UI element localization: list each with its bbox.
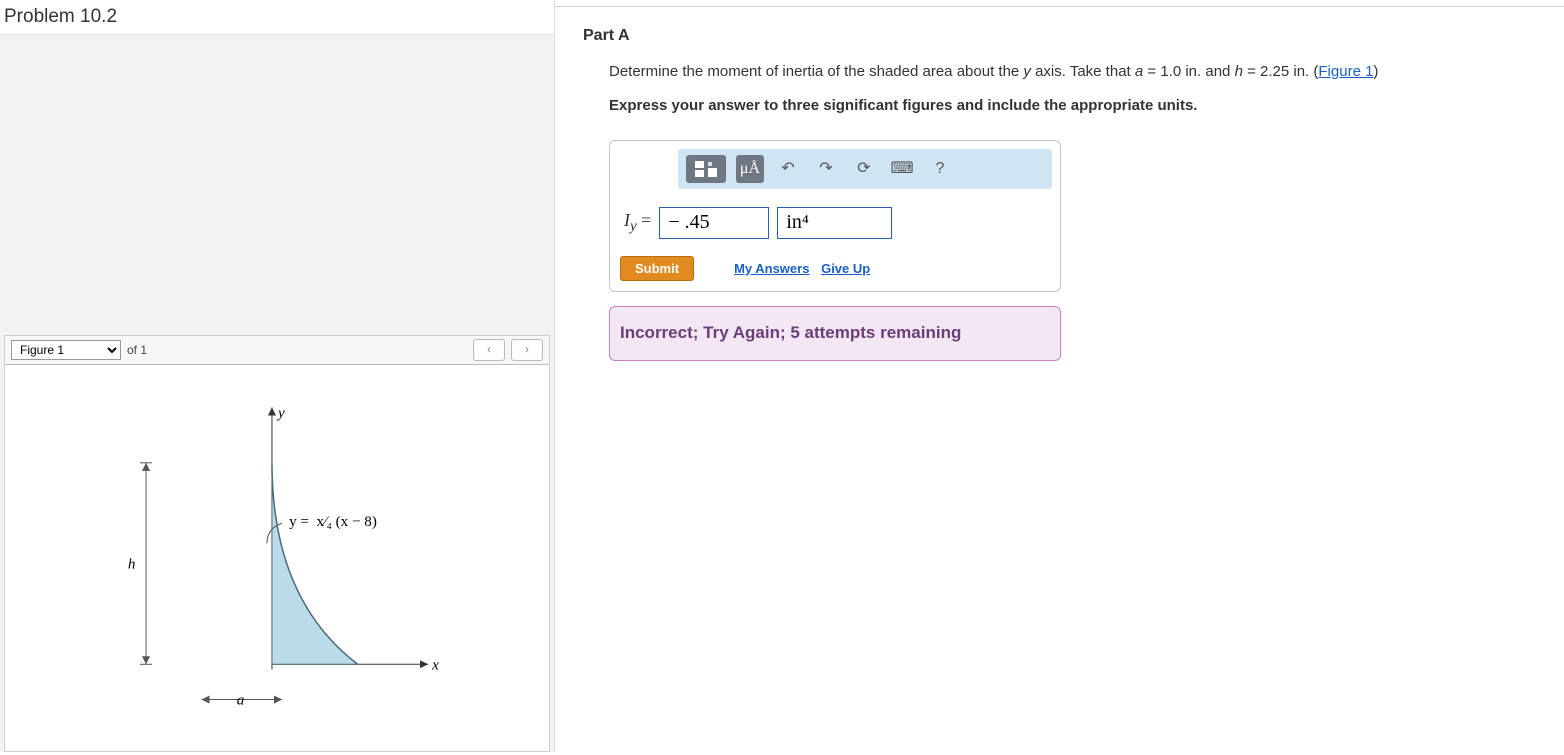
question-text: Determine the moment of inertia of the s… — [609, 59, 1536, 85]
question-block: Determine the moment of inertia of the s… — [609, 59, 1536, 361]
undo-button[interactable]: ↶ — [774, 155, 802, 183]
dim-label-a: a — [237, 693, 245, 709]
dim-label-h: h — [128, 557, 136, 573]
answer-variable-label: Iy = — [624, 205, 651, 240]
give-up-link[interactable]: Give Up — [821, 261, 870, 276]
problem-title: Problem 10.2 — [0, 0, 554, 35]
units-button[interactable]: μÅ — [736, 155, 764, 183]
submit-links: My Answers Give Up — [734, 258, 878, 280]
answer-box: μÅ ↶ ↷ ⟳ ⌨ ? Iy = — [609, 140, 1061, 292]
figure-header: Figure 1 of 1 ‹ › — [5, 336, 549, 365]
axis-label-x: x — [431, 657, 439, 673]
submit-row: Submit My Answers Give Up — [620, 256, 1052, 281]
reset-button[interactable]: ⟳ — [850, 155, 878, 183]
curve-equation: y = x⁄₄ (x − 8) — [289, 514, 377, 530]
figure-selector[interactable]: Figure 1 — [11, 340, 121, 360]
answer-toolbar: μÅ ↶ ↷ ⟳ ⌨ ? — [678, 149, 1052, 189]
figure-panel: Figure 1 of 1 ‹ › — [4, 335, 550, 752]
figure-diagram: y x h a y = x⁄₄ (x − 8) — [5, 365, 549, 752]
feedback-message: Incorrect; Try Again; 5 attempts remaini… — [609, 306, 1061, 361]
submit-button[interactable]: Submit — [620, 256, 694, 281]
fraction-template-icon — [692, 159, 720, 179]
answer-value-input[interactable] — [659, 207, 769, 239]
left-panel: Problem 10.2 Figure 1 of 1 ‹ › — [0, 0, 555, 752]
figure-body: y x h a y = x⁄₄ (x − 8) — [5, 365, 549, 752]
figure-prev-button[interactable]: ‹ — [473, 339, 505, 361]
my-answers-link[interactable]: My Answers — [734, 261, 809, 276]
figure-link[interactable]: Figure 1 — [1318, 63, 1373, 80]
help-button[interactable]: ? — [926, 155, 954, 183]
templates-button[interactable] — [686, 155, 726, 183]
answer-row: Iy = — [624, 205, 1052, 240]
answer-unit-input[interactable] — [777, 207, 892, 239]
redo-button[interactable]: ↷ — [812, 155, 840, 183]
figure-count-label: of 1 — [127, 343, 147, 357]
part-title: Part A — [583, 27, 1536, 45]
axis-label-y: y — [276, 405, 285, 421]
answer-instruction: Express your answer to three significant… — [609, 93, 1536, 119]
figure-next-button[interactable]: › — [511, 339, 543, 361]
keyboard-button[interactable]: ⌨ — [888, 155, 916, 183]
right-panel: Part A Determine the moment of inertia o… — [555, 0, 1564, 752]
